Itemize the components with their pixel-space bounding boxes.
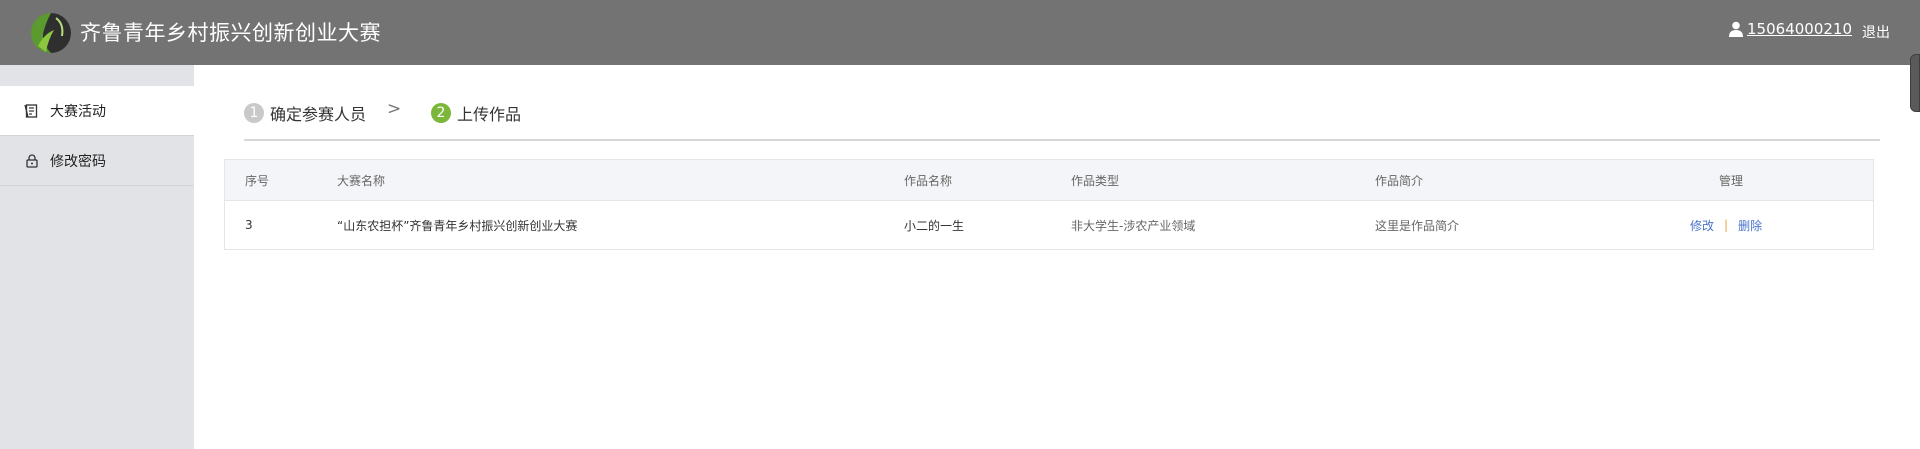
edit-link[interactable]: 修改 (1690, 217, 1714, 234)
top-navbar: 齐鲁青年乡村振兴创新创业大赛 15064000210 退出 (0, 0, 1920, 65)
table-header: 序号 大赛名称 作品名称 作品类型 作品简介 管理 (225, 160, 1873, 201)
sidebar-item-label: 修改密码 (50, 153, 106, 170)
col-header-work-name: 作品名称 (904, 173, 953, 188)
side-scroll-handle[interactable] (1910, 54, 1920, 112)
user-icon (1729, 21, 1744, 37)
site-title: 齐鲁青年乡村振兴创新创业大赛 (80, 21, 381, 45)
cell-work-name: 小二的一生 (904, 218, 965, 233)
step-separator: > (387, 99, 402, 119)
sidebar-item-change-password[interactable]: 修改密码 (0, 136, 194, 186)
col-header-manage: 管理 (1719, 173, 1744, 188)
col-header-work-type: 作品类型 (1071, 173, 1120, 188)
step-indicator: 1 确定参赛人员 > 2 上传作品 (244, 99, 1880, 141)
cell-index: 3 (245, 218, 253, 232)
table-row: 3 “山东农担杯”齐鲁青年乡村振兴创新创业大赛 小二的一生 非大学生-涉农产业领… (225, 201, 1873, 249)
cell-contest: “山东农担杯”齐鲁青年乡村振兴创新创业大赛 (337, 218, 578, 233)
cell-intro: 这里是作品简介 (1375, 218, 1460, 233)
sidebar-item-label: 大赛活动 (50, 103, 106, 120)
action-divider: | (1724, 218, 1729, 232)
delete-link[interactable]: 删除 (1738, 217, 1762, 234)
step-number: 2 (431, 103, 451, 123)
step-upload-work[interactable]: 2 上传作品 (431, 101, 521, 125)
contest-icon (24, 103, 38, 118)
user-account: 15064000210 (1729, 20, 1852, 38)
col-header-index: 序号 (245, 173, 270, 188)
main-content: 1 确定参赛人员 > 2 上传作品 序号 大赛名称 作品名称 作品类型 作品简介… (194, 65, 1914, 449)
lock-icon (26, 153, 38, 168)
sidebar-item-contest[interactable]: 大赛活动 (0, 86, 194, 136)
cell-actions: 修改 | 删除 (1690, 201, 1762, 249)
col-header-intro: 作品简介 (1375, 173, 1424, 188)
step-confirm-participants[interactable]: 1 确定参赛人员 (244, 101, 366, 125)
sidebar: 大赛活动 修改密码 (0, 65, 194, 449)
step-label: 确定参赛人员 (270, 105, 367, 124)
col-header-contest: 大赛名称 (337, 173, 386, 188)
step-label: 上传作品 (457, 105, 522, 124)
user-phone-link[interactable]: 15064000210 (1747, 20, 1852, 38)
cell-work-type: 非大学生-涉农产业领域 (1071, 218, 1196, 233)
works-table: 序号 大赛名称 作品名称 作品类型 作品简介 管理 3 “山东农担杯”齐鲁青年乡… (224, 159, 1874, 250)
logo-icon (31, 13, 71, 53)
step-number: 1 (244, 103, 264, 123)
logout-button[interactable]: 退出 (1862, 22, 1890, 42)
